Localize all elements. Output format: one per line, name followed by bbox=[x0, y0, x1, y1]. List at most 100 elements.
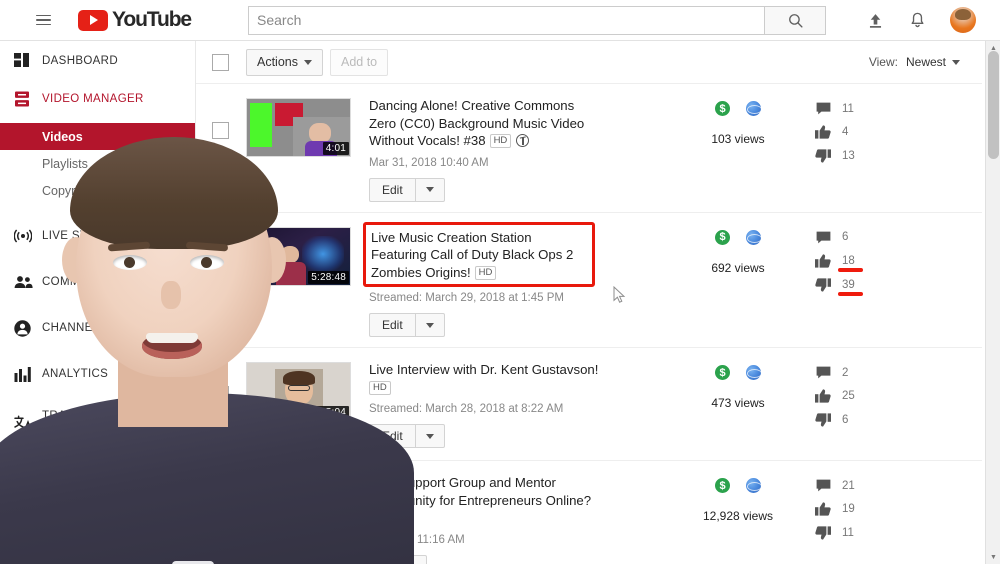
left-sidebar: DASHBOARD VIDEO MANAGER Videos Playlists… bbox=[0, 41, 196, 564]
like-stat: 19 bbox=[804, 502, 855, 516]
sidebar-divider bbox=[0, 499, 195, 500]
analytics-icon bbox=[14, 366, 42, 382]
video-stats: $ 12,928 views 21 19 11 bbox=[672, 473, 982, 564]
chevron-down-icon bbox=[952, 59, 960, 65]
comment-stat: 6 bbox=[804, 231, 855, 244]
search-bar bbox=[248, 5, 827, 35]
upload-button[interactable] bbox=[854, 0, 896, 41]
sidebar-item-community[interactable]: COMMUNITY bbox=[0, 264, 195, 300]
sort-dropdown-value: Newest bbox=[905, 55, 946, 69]
notifications-button[interactable] bbox=[896, 0, 938, 41]
video-thumbnail[interactable]: 1:15:04 bbox=[246, 362, 351, 421]
video-title-text: Live Interview with Dr. Kent Gustavson! bbox=[369, 362, 599, 377]
video-thumbnail[interactable]: Pr 5:28:48 bbox=[246, 226, 351, 286]
edit-dropdown-button[interactable] bbox=[414, 424, 445, 448]
hd-badge: HD bbox=[474, 265, 497, 280]
public-visibility-icon[interactable] bbox=[746, 478, 762, 493]
edit-button[interactable]: Edit bbox=[369, 313, 415, 337]
scroll-down-icon[interactable]: ▼ bbox=[986, 550, 1000, 564]
sidebar-item-analytics[interactable]: ANALYTICS bbox=[0, 356, 195, 392]
video-duration: 5:28:48 bbox=[308, 270, 349, 284]
sidebar-item-channel[interactable]: CHANNEL bbox=[0, 310, 195, 346]
create-video-icon bbox=[14, 466, 42, 479]
sidebar-item-playlists[interactable]: Playlists bbox=[0, 150, 195, 177]
thumbs-up-icon bbox=[804, 389, 842, 403]
search-input[interactable] bbox=[248, 5, 765, 35]
row-checkbox[interactable] bbox=[212, 122, 229, 139]
youtube-logo-text: YouTube bbox=[112, 8, 192, 31]
dislike-stat: 13 bbox=[804, 149, 855, 163]
monetization-icon[interactable]: $ bbox=[715, 478, 730, 493]
scrollbar-thumb[interactable] bbox=[988, 51, 999, 159]
actions-button[interactable]: Actions bbox=[246, 48, 323, 76]
translate-icon bbox=[14, 522, 42, 538]
sidebar-item-copyright-notices[interactable]: Copyright Notices bbox=[0, 177, 195, 204]
comment-count: 11 bbox=[842, 102, 854, 115]
edit-dropdown-button[interactable] bbox=[414, 177, 445, 202]
community-icon bbox=[14, 275, 42, 289]
edit-dropdown-button[interactable] bbox=[397, 554, 428, 564]
edit-button[interactable]: Edit bbox=[369, 177, 415, 202]
sidebar-item-dashboard[interactable]: DASHBOARD bbox=[0, 41, 195, 67]
sidebar-item-video-manager[interactable]: VIDEO MANAGER bbox=[0, 81, 195, 117]
row-checkbox[interactable] bbox=[212, 499, 229, 516]
video-stats: $ 692 views 6 18 39 bbox=[672, 225, 982, 338]
video-manager-icon bbox=[14, 91, 42, 107]
video-title[interactable]: Best Support Group and Mentor Community … bbox=[369, 474, 601, 527]
video-title[interactable]: Live Music Creation Station Featuring Ca… bbox=[363, 221, 595, 287]
like-stat: 18 bbox=[804, 253, 863, 272]
public-visibility-icon[interactable] bbox=[746, 101, 762, 116]
row-checkbox[interactable] bbox=[212, 386, 229, 403]
comment-icon bbox=[804, 366, 842, 379]
avatar[interactable] bbox=[950, 7, 976, 33]
edit-button[interactable]: t bbox=[369, 554, 398, 564]
hd-badge: HD bbox=[489, 134, 512, 148]
sidebar-item-live-streaming[interactable]: LIVE STREAMING ▾ bbox=[0, 218, 195, 254]
public-visibility-icon[interactable] bbox=[746, 229, 762, 245]
table-row: Pr 5:28:48 Live Music Creation Station F… bbox=[196, 213, 982, 348]
video-thumbnail[interactable]: 4:01 bbox=[246, 98, 351, 157]
monetization-icon[interactable]: $ bbox=[715, 229, 730, 245]
sort-dropdown[interactable]: Newest bbox=[906, 55, 960, 69]
monetization-icon[interactable]: $ bbox=[715, 101, 730, 116]
search-button[interactable] bbox=[764, 5, 827, 35]
youtube-creator-studio-page: YouTube Search DASHBOARD VIDEO MANAGER V… bbox=[0, 0, 1000, 564]
sidebar-item-dashboard-label: DASHBOARD bbox=[42, 55, 118, 67]
view-count: 12,928 views bbox=[702, 509, 774, 523]
video-title-text: Live Music Creation Station Featuring Ca… bbox=[371, 229, 574, 280]
video-meta: Dancing Alone! Creative Commons Zero (CC… bbox=[351, 96, 672, 202]
add-to-button-label: Add to bbox=[341, 55, 378, 69]
page-scrollbar[interactable]: ▲ ▼ bbox=[985, 41, 1000, 564]
select-all-checkbox[interactable] bbox=[212, 53, 229, 71]
dislike-count: 11 bbox=[842, 527, 854, 539]
sidebar-item-copyright-label: Copyright Notices bbox=[42, 183, 141, 198]
edit-dropdown-button[interactable] bbox=[414, 313, 445, 337]
comment-icon bbox=[804, 479, 842, 492]
video-stats: $ 473 views 2 25 6 bbox=[672, 360, 982, 450]
video-title[interactable]: Live Interview with Dr. Kent Gustavson! H… bbox=[369, 361, 601, 396]
sidebar-item-videos[interactable]: Videos bbox=[0, 123, 195, 150]
view-count: 692 views bbox=[711, 260, 765, 275]
sidebar-item-create[interactable]: CREATOR STUDIO bbox=[0, 454, 195, 490]
video-meta: Live Music Creation Station Featuring Ca… bbox=[351, 221, 672, 337]
channel-icon bbox=[14, 319, 42, 337]
sidebar-item-translate-footer[interactable] bbox=[0, 512, 195, 548]
public-visibility-icon[interactable] bbox=[746, 365, 762, 380]
like-count: 4 bbox=[842, 126, 849, 138]
actions-button-label: Actions bbox=[257, 55, 298, 69]
chevron-down-icon[interactable]: ▾ bbox=[175, 230, 181, 243]
upload-icon bbox=[869, 13, 881, 28]
sidebar-item-translations[interactable]: TRANSLATIONS & TRANSCRIPTIONS bbox=[0, 402, 195, 444]
video-title[interactable]: Dancing Alone! Creative Commons Zero (CC… bbox=[369, 97, 601, 150]
edit-button-group: t bbox=[369, 554, 672, 564]
video-date: Mar 31, 2018 10:40 AM bbox=[369, 156, 489, 169]
edit-button[interactable]: Edit bbox=[369, 424, 415, 448]
hamburger-menu-icon[interactable] bbox=[24, 0, 62, 41]
add-to-button[interactable]: Add to bbox=[330, 48, 389, 76]
video-thumbnail[interactable] bbox=[246, 475, 351, 534]
row-checkbox[interactable] bbox=[212, 250, 229, 268]
thumbs-down-icon bbox=[804, 277, 842, 292]
monetization-icon[interactable]: $ bbox=[715, 365, 730, 380]
youtube-logo[interactable]: YouTube bbox=[78, 8, 192, 32]
comment-stat: 11 bbox=[804, 102, 855, 115]
